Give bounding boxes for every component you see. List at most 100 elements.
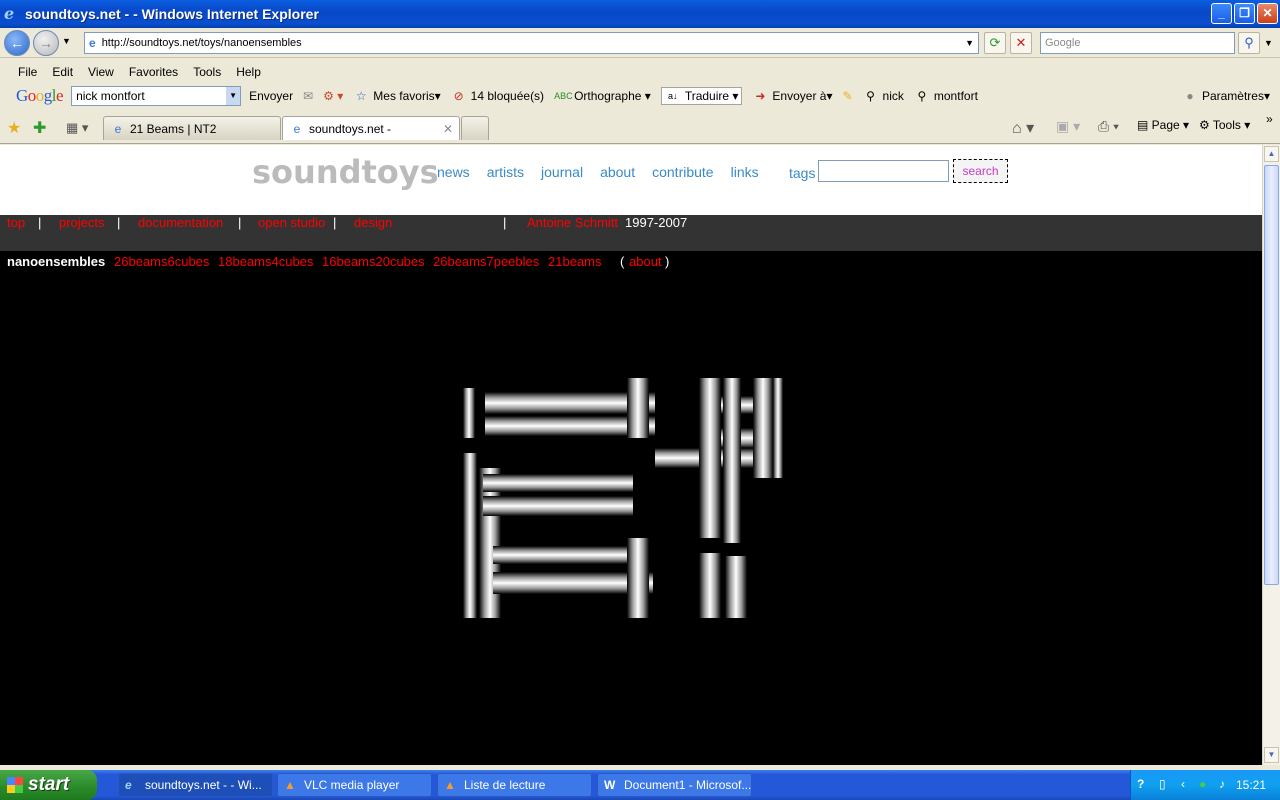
start-button[interactable]: start [0,770,97,800]
nav-journal[interactable]: journal [541,164,583,180]
search-button[interactable]: search [953,159,1008,183]
paren-open: ( [620,254,625,269]
minimize-button[interactable]: _ [1211,3,1232,24]
volume-icon[interactable]: ♪ [1219,777,1225,791]
help-icon[interactable]: ? [1137,777,1144,791]
search-options-icon[interactable]: ▼ [1264,38,1273,48]
popup-blocker-button[interactable]: ⊘ 14 bloquée(s) [451,88,544,104]
nav-contribute[interactable]: contribute [652,164,713,180]
clock: 15:21 [1235,778,1266,792]
tab-21-beams[interactable]: e 21 Beams | NT2 [103,116,281,140]
page-menu-button[interactable]: ▤ Page ▾ [1137,118,1189,132]
work-link-16beams20cubes[interactable]: 16beams20cubes [322,254,425,269]
translate-button[interactable]: a↓ Traduire ▾ [660,87,743,105]
work-link-26beams7peebles[interactable]: 26beams7peebles [433,254,539,269]
task-word[interactable]: W Document1 - Microsof... [597,773,752,797]
page-icon: e [89,36,96,50]
link-artist[interactable]: Antoine Schmitt [527,215,618,230]
link-top[interactable]: top [7,215,25,230]
nav-news[interactable]: news [437,164,470,180]
link-projects[interactable]: projects [59,215,105,230]
tags-label: tags [789,165,816,181]
years-text: 1997-2007 [625,215,688,230]
google-send-button[interactable]: Envoyer [249,89,293,103]
vertical-scrollbar[interactable]: ▲ ▼ [1262,145,1280,765]
nanoensembles-artwork[interactable] [463,378,783,618]
address-dropdown-icon[interactable]: ▼ [965,38,974,48]
refresh-icon[interactable]: ⟳ [984,32,1006,54]
beam [627,538,649,618]
beam [463,388,475,438]
nav-about[interactable]: about [600,164,635,180]
maximize-button[interactable]: ❐ [1234,3,1255,24]
nav-artists[interactable]: artists [487,164,524,180]
feeds-icon[interactable]: ▣ ▾ [1056,118,1080,135]
menu-tools[interactable]: Tools [193,65,221,79]
address-input[interactable]: e http://soundtoys.net/toys/nanoensemble… [84,32,979,54]
favorites-button[interactable]: ☆ Mes favoris ▾ [353,88,441,104]
history-dropdown-icon[interactable]: ▼ [62,36,71,46]
tools-menu-button[interactable]: ⚙ Tools ▾ [1199,118,1250,132]
window-title-bar: e soundtoys.net - - Windows Internet Exp… [0,0,1280,28]
new-tab-button[interactable] [461,116,489,140]
window-title: soundtoys.net - - Windows Internet Explo… [25,6,319,22]
more-icon[interactable]: » [1266,112,1273,126]
menu-view[interactable]: View [88,65,114,79]
task-ie[interactable]: e soundtoys.net - - Wi... [118,773,273,797]
toolbar-options-icon[interactable]: ✉ [303,89,313,103]
link-design[interactable]: design [354,215,392,230]
settings-button[interactable]: ● Paramètres ▾ [1182,88,1270,104]
send-to-button[interactable]: ➜ Envoyer à ▾ [752,88,832,104]
beam [725,556,747,618]
beam [723,378,741,543]
task-playlist[interactable]: ▲ Liste de lecture [437,773,592,797]
link-open-studio[interactable]: open studio [258,215,325,230]
back-button[interactable]: ← [4,30,30,56]
site-logo[interactable]: soundtoys [252,153,439,191]
scroll-up-icon[interactable]: ▲ [1264,146,1279,162]
work-link-21beams[interactable]: 21beams [548,254,601,269]
spellcheck-button[interactable]: ABC Orthographe ▾ [554,88,651,104]
arrow-left-icon[interactable]: ‹ [1181,777,1185,791]
highlight-icon[interactable]: ✎ [842,89,852,103]
work-link-18beams4cubes[interactable]: 18beams4cubes [218,254,313,269]
scroll-thumb[interactable] [1264,165,1279,585]
favorites-star-icon[interactable]: ★ [7,118,21,138]
separator: | [238,215,242,230]
menu-bar: File Edit View Favorites Tools Help [0,62,1280,82]
menu-file[interactable]: File [18,65,37,79]
vlc-icon: ▲ [444,778,456,792]
forward-button[interactable]: → [33,30,59,56]
search-icon[interactable]: ⚲ [1238,32,1260,54]
tags-input[interactable] [818,160,949,182]
search-input[interactable]: Google [1040,32,1235,54]
link-documentation[interactable]: documentation [138,215,223,230]
search-term-nick[interactable]: ⚲ nick [863,88,904,104]
work-link-about[interactable]: about [629,254,662,269]
work-link-26beams6cubes[interactable]: 26beams6cubes [114,254,209,269]
page-icon: e [293,121,301,136]
close-tab-icon[interactable]: ✕ [443,122,453,136]
home-icon[interactable]: ⌂ ▾ [1012,118,1034,138]
task-vlc[interactable]: ▲ VLC media player [277,773,432,797]
stop-icon[interactable]: ✕ [1010,32,1032,54]
menu-edit[interactable]: Edit [52,65,73,79]
tab-soundtoys[interactable]: e soundtoys.net - ✕ [282,116,460,140]
print-icon[interactable]: ⎙ ▾ [1098,118,1119,135]
beam [463,453,477,618]
network-icon[interactable]: ▯ [1159,777,1166,791]
menu-help[interactable]: Help [236,65,261,79]
chevron-down-icon[interactable]: ▼ [226,87,241,105]
add-favorite-icon[interactable]: ✚ [33,118,46,138]
beam [753,378,773,478]
project-nav-bar: top | projects | documentation | open st… [0,215,1262,251]
search-term-montfort[interactable]: ⚲ montfort [914,88,977,104]
nav-links[interactable]: links [731,164,759,180]
google-query-input[interactable]: nick montfort ▼ [71,86,242,106]
messenger-icon[interactable]: ● [1199,777,1206,791]
close-button[interactable]: ✕ [1257,3,1278,24]
scroll-down-icon[interactable]: ▼ [1264,747,1279,763]
button-icon[interactable]: ⚙ ▾ [323,89,343,103]
quick-tabs-icon[interactable]: ▦ ▾ [66,120,88,136]
menu-favorites[interactable]: Favorites [129,65,178,79]
